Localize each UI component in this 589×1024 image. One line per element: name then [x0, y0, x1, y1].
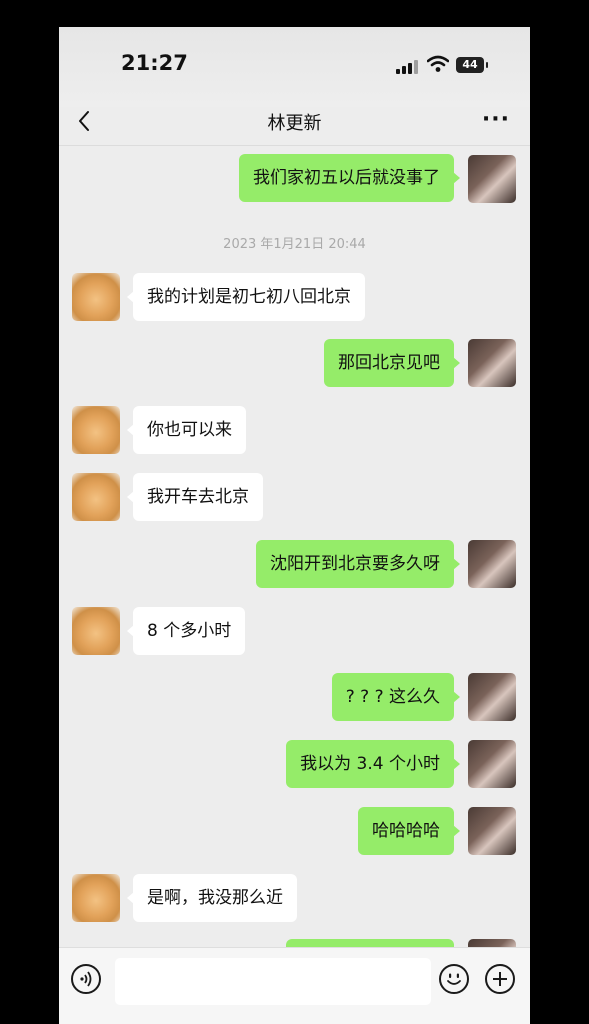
chat-screen: 21:27 44 林更新 ··· 我们家初五以后就没事了 2023 年1月21日…	[59, 27, 530, 1024]
chat-timestamp: 2023 年1月21日 20:44	[223, 237, 366, 252]
message-bubble-incoming[interactable]: 是啊，我没那么近	[127, 874, 297, 922]
voice-button[interactable]	[71, 964, 101, 994]
message-bubble-incoming[interactable]: 我的计划是初七初八回北京	[127, 273, 365, 321]
emoji-icon	[447, 973, 461, 985]
avatar[interactable]	[72, 273, 120, 321]
status-time: 21:27	[121, 51, 188, 75]
battery-cap	[486, 62, 488, 68]
avatar[interactable]	[72, 473, 120, 521]
message-bubble-outgoing[interactable]: 沈阳开到北京要多久呀	[256, 540, 460, 588]
voice-icon	[80, 971, 92, 987]
avatar[interactable]	[468, 807, 516, 855]
chat-title: 林更新	[267, 113, 322, 134]
avatar[interactable]	[468, 740, 516, 788]
more-options-icon[interactable]: ···	[482, 107, 510, 132]
emoji-button[interactable]	[439, 964, 469, 994]
message-bubble-incoming[interactable]: 我开车去北京	[127, 473, 263, 521]
message-input[interactable]	[115, 958, 431, 1005]
avatar[interactable]	[468, 339, 516, 387]
avatar[interactable]	[72, 406, 120, 454]
message-bubble-incoming[interactable]: 8 个多小时	[126, 607, 246, 655]
message-bubble-outgoing[interactable]: 哈哈哈哈	[358, 807, 460, 855]
message-bubble-outgoing[interactable]: 我以为 3.4 个小时	[286, 740, 460, 788]
input-bar	[59, 947, 530, 1024]
battery-icon: 44	[456, 57, 484, 73]
plus-icon[interactable]	[485, 964, 515, 994]
message-bubble-outgoing[interactable]: ? ? ? 这么久	[331, 673, 461, 721]
avatar[interactable]	[468, 155, 516, 203]
avatar[interactable]	[468, 673, 516, 721]
signal-icon	[396, 60, 418, 74]
message-bubble-incoming[interactable]: 你也可以来	[127, 406, 246, 454]
avatar[interactable]	[72, 607, 120, 655]
status-bar: 21:27 44	[59, 27, 530, 107]
chat-header: 林更新 ···	[59, 107, 530, 146]
avatar[interactable]	[468, 540, 516, 588]
wifi-icon	[427, 55, 449, 72]
message-bubble-outgoing[interactable]: 那回北京见吧	[324, 339, 460, 387]
avatar[interactable]	[72, 874, 120, 922]
message-bubble-outgoing[interactable]: 我们家初五以后就没事了	[239, 154, 460, 202]
